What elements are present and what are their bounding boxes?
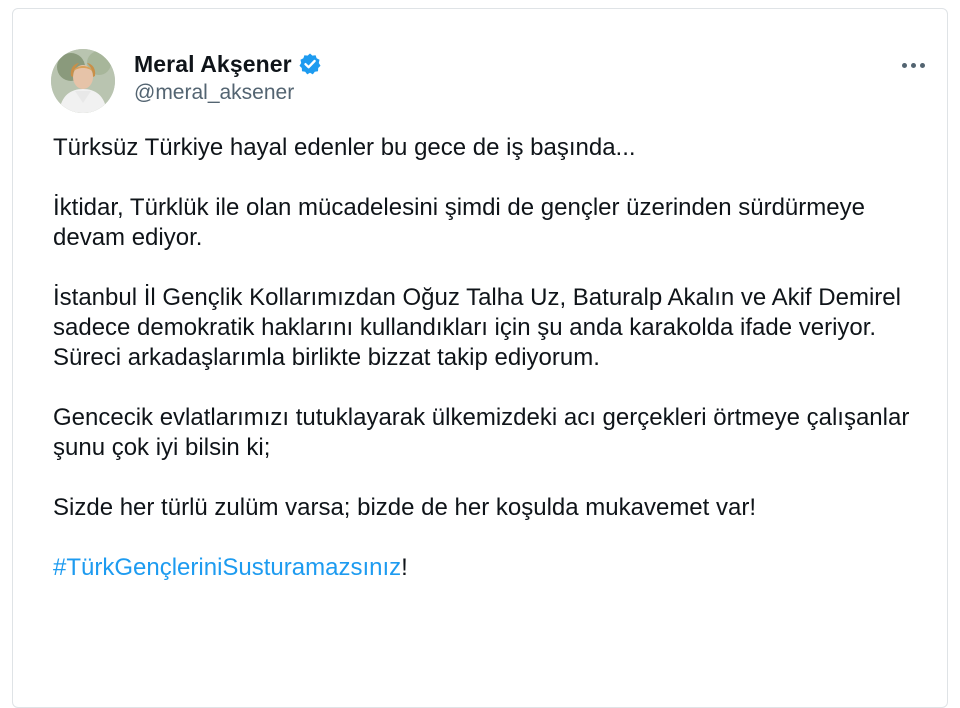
tweet-header: Meral Akşener @meral_aksener xyxy=(39,39,949,119)
author-info: Meral Akşener @meral_aksener xyxy=(134,49,322,105)
dot xyxy=(901,62,907,68)
verified-badge-icon xyxy=(298,52,322,76)
name-row: Meral Akşener xyxy=(134,49,322,79)
more-options-icon[interactable] xyxy=(895,53,931,77)
hashtag-line: #TürkGençleriniSusturamazsınız! xyxy=(53,553,943,583)
author-handle[interactable]: @meral_aksener xyxy=(134,81,322,105)
tweet-paragraph: İktidar, Türklük ile olan mücadelesini ş… xyxy=(53,194,865,251)
tweet-paragraph: Türksüz Türkiye hayal edenler bu gece de… xyxy=(53,134,636,161)
hashtag-link[interactable]: #TürkGençleriniSusturamazsınız xyxy=(53,554,401,581)
tweet-paragraph: Sizde her türlü zulüm varsa; bizde de he… xyxy=(53,494,756,521)
tweet-text: Türksüz Türkiye hayal edenler bu gece de… xyxy=(53,133,943,583)
hashtag-suffix: ! xyxy=(401,554,408,581)
author-name[interactable]: Meral Akşener xyxy=(134,51,292,78)
tweet-paragraph: Gencecik evlatlarımızı tutuklayarak ülke… xyxy=(53,404,910,461)
dot xyxy=(919,62,925,68)
dot xyxy=(910,62,916,68)
tweet-card: Meral Akşener @meral_aksener Türksüz Tür… xyxy=(12,8,948,708)
avatar[interactable] xyxy=(51,49,115,113)
tweet-paragraph: İstanbul İl Gençlik Kollarımızdan Oğuz T… xyxy=(53,284,901,371)
